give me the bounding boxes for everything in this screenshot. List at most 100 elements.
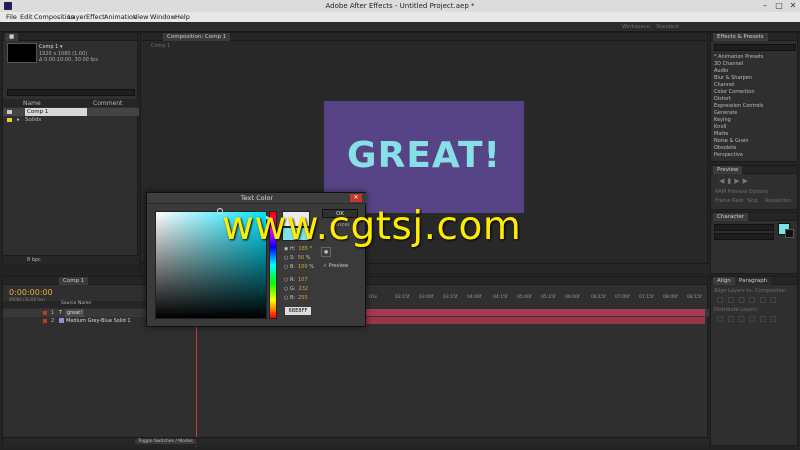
align-tabbar: Align Paragraph: [711, 277, 797, 285]
app-window: Adobe After Effects - Untitled Project.a…: [0, 0, 800, 450]
saturation-field[interactable]: ○ S: 50 %: [284, 255, 311, 261]
effects-item[interactable]: * Animation Presets: [714, 54, 763, 60]
align-buttons-icon[interactable]: □□□□□□: [717, 296, 781, 304]
tab-project[interactable]: ■: [5, 33, 19, 41]
effects-item[interactable]: Channel: [714, 82, 735, 88]
tab-effects-presets[interactable]: Effects & Presets: [713, 33, 768, 41]
effects-item[interactable]: Knoll: [714, 124, 726, 130]
item-name: Solids: [25, 117, 42, 123]
project-panel: ■ Comp 1 ▾ 1920 x 1080 (1.00) Δ 0:00:10:…: [2, 32, 139, 264]
tick-label: 03:00f: [419, 295, 434, 300]
font-style-select[interactable]: [714, 233, 774, 240]
field-label: G:: [289, 286, 296, 292]
menu-view[interactable]: View: [133, 13, 148, 21]
field-value[interactable]: 232: [299, 286, 309, 292]
ram-preview-options[interactable]: RAM Preview Options: [715, 189, 768, 195]
effects-item[interactable]: Distort: [714, 96, 731, 102]
effects-item[interactable]: Audio: [714, 68, 728, 74]
font-select[interactable]: [714, 224, 774, 231]
tick-label: 01s: [369, 295, 378, 300]
effects-item[interactable]: Perspective: [714, 152, 743, 158]
viewer-tabbar: Composition: Comp 1: [141, 33, 707, 41]
close-icon[interactable]: ✕: [350, 194, 362, 202]
minimize-icon[interactable]: –: [758, 0, 772, 12]
red-field[interactable]: ○ R: 107: [284, 277, 308, 283]
playback-controls-icon[interactable]: ◀▮▶▶: [719, 177, 751, 185]
menu-window[interactable]: Window: [150, 13, 176, 21]
tick-label: 08:00f: [663, 295, 678, 300]
comp-thumbnail: [7, 43, 37, 63]
close-icon[interactable]: ✕: [786, 0, 800, 12]
col-name[interactable]: Name: [23, 100, 41, 107]
field-value[interactable]: 100: [298, 264, 308, 270]
field-value[interactable]: 50: [298, 255, 304, 261]
title-bar: Adobe After Effects - Untitled Project.a…: [0, 0, 800, 12]
workspace-label: Workspace:: [622, 24, 652, 30]
effects-item[interactable]: Matte: [714, 131, 728, 137]
menu-edit[interactable]: Edit: [20, 13, 33, 21]
effects-item[interactable]: Obsolete: [714, 145, 736, 151]
canvas-text[interactable]: GREAT!: [324, 135, 524, 176]
preview-label: Preview: [328, 263, 349, 269]
brightness-field[interactable]: ○ B: 100 %: [284, 264, 314, 270]
distribute-buttons-icon[interactable]: □□□□□□: [717, 315, 781, 323]
skip-label: Skip: [747, 198, 758, 204]
comp-subtab[interactable]: Comp 1: [151, 43, 170, 49]
list-item[interactable]: Comp 1: [3, 108, 139, 116]
hex-input[interactable]: 6BE8FF: [285, 307, 311, 315]
field-value[interactable]: 107: [298, 277, 308, 283]
tab-align[interactable]: Align: [713, 277, 735, 285]
tick-label: 06:15f: [591, 295, 606, 300]
tick-label: 05:00f: [517, 295, 532, 300]
effects-item[interactable]: Keying: [714, 117, 731, 123]
tab-composition[interactable]: Composition: Comp 1: [163, 33, 231, 41]
layer-label-color[interactable]: [43, 319, 47, 323]
layer-name[interactable]: Medium Grey-Blue Solid 1: [66, 317, 131, 325]
effects-search-input[interactable]: [714, 44, 796, 51]
stroke-color-swatch[interactable]: [785, 229, 794, 238]
layer-name[interactable]: great!: [65, 309, 85, 317]
maximize-icon[interactable]: □: [772, 0, 786, 12]
list-item[interactable]: ▸ Solids: [3, 116, 139, 124]
menu-bar: File Edit Composition Layer Effect Anima…: [0, 12, 800, 22]
effects-item[interactable]: 3D Channel: [714, 61, 743, 67]
project-tabbar: ■: [3, 33, 137, 41]
tick-label: 06:00f: [565, 295, 580, 300]
effects-item[interactable]: Generate: [714, 110, 737, 116]
menu-effect[interactable]: Effect: [86, 13, 105, 21]
tab-preview[interactable]: Preview: [713, 166, 743, 174]
field-label: B:: [289, 295, 296, 301]
layer-label-color[interactable]: [43, 311, 47, 315]
tab-paragraph[interactable]: Paragraph: [735, 277, 772, 285]
watermark-text: www.cgtsj.com: [222, 204, 522, 249]
effects-item[interactable]: Expression Controls: [714, 103, 763, 109]
window-title: Adobe After Effects - Untitled Project.a…: [325, 2, 475, 10]
type-layer-icon: T: [59, 310, 63, 316]
workspace-select[interactable]: Standard: [656, 24, 679, 30]
menu-file[interactable]: File: [6, 13, 17, 21]
effects-panel: Effects & Presets * Animation Presets 3D…: [710, 32, 798, 162]
bpc-label[interactable]: 8 bpc: [27, 257, 41, 263]
project-search-input[interactable]: [7, 89, 135, 96]
tick-label: 04:00f: [467, 295, 482, 300]
tick-label: 04:15f: [493, 295, 508, 300]
layer-number: 2: [51, 318, 55, 324]
effects-tabbar: Effects & Presets: [711, 33, 797, 41]
timecode-display[interactable]: 0:00:00:00: [9, 288, 53, 297]
effects-item[interactable]: Color Correction: [714, 89, 755, 95]
effects-item[interactable]: Blur & Sharpen: [714, 75, 752, 81]
effects-item[interactable]: Noise & Grain: [714, 138, 749, 144]
col-comment[interactable]: Comment: [93, 100, 122, 107]
green-field[interactable]: ○ G: 232: [284, 286, 308, 292]
blue-field[interactable]: ○ B: 255: [284, 295, 308, 301]
preview-checkbox[interactable]: ✓ Preview: [323, 263, 348, 269]
toggle-switches-button[interactable]: Toggle Switches / Modes: [135, 439, 196, 444]
align-target-select[interactable]: Composition: [755, 288, 786, 294]
menu-layer[interactable]: Layer: [68, 13, 86, 21]
field-value[interactable]: 255: [298, 295, 308, 301]
col-source-name[interactable]: Source Name: [61, 301, 91, 306]
tab-comp-timeline[interactable]: Comp 1: [59, 277, 89, 285]
frame-rate-label: Frame Rate: [715, 198, 744, 204]
menu-help[interactable]: Help: [175, 13, 190, 21]
tab-character[interactable]: Character: [713, 213, 749, 221]
